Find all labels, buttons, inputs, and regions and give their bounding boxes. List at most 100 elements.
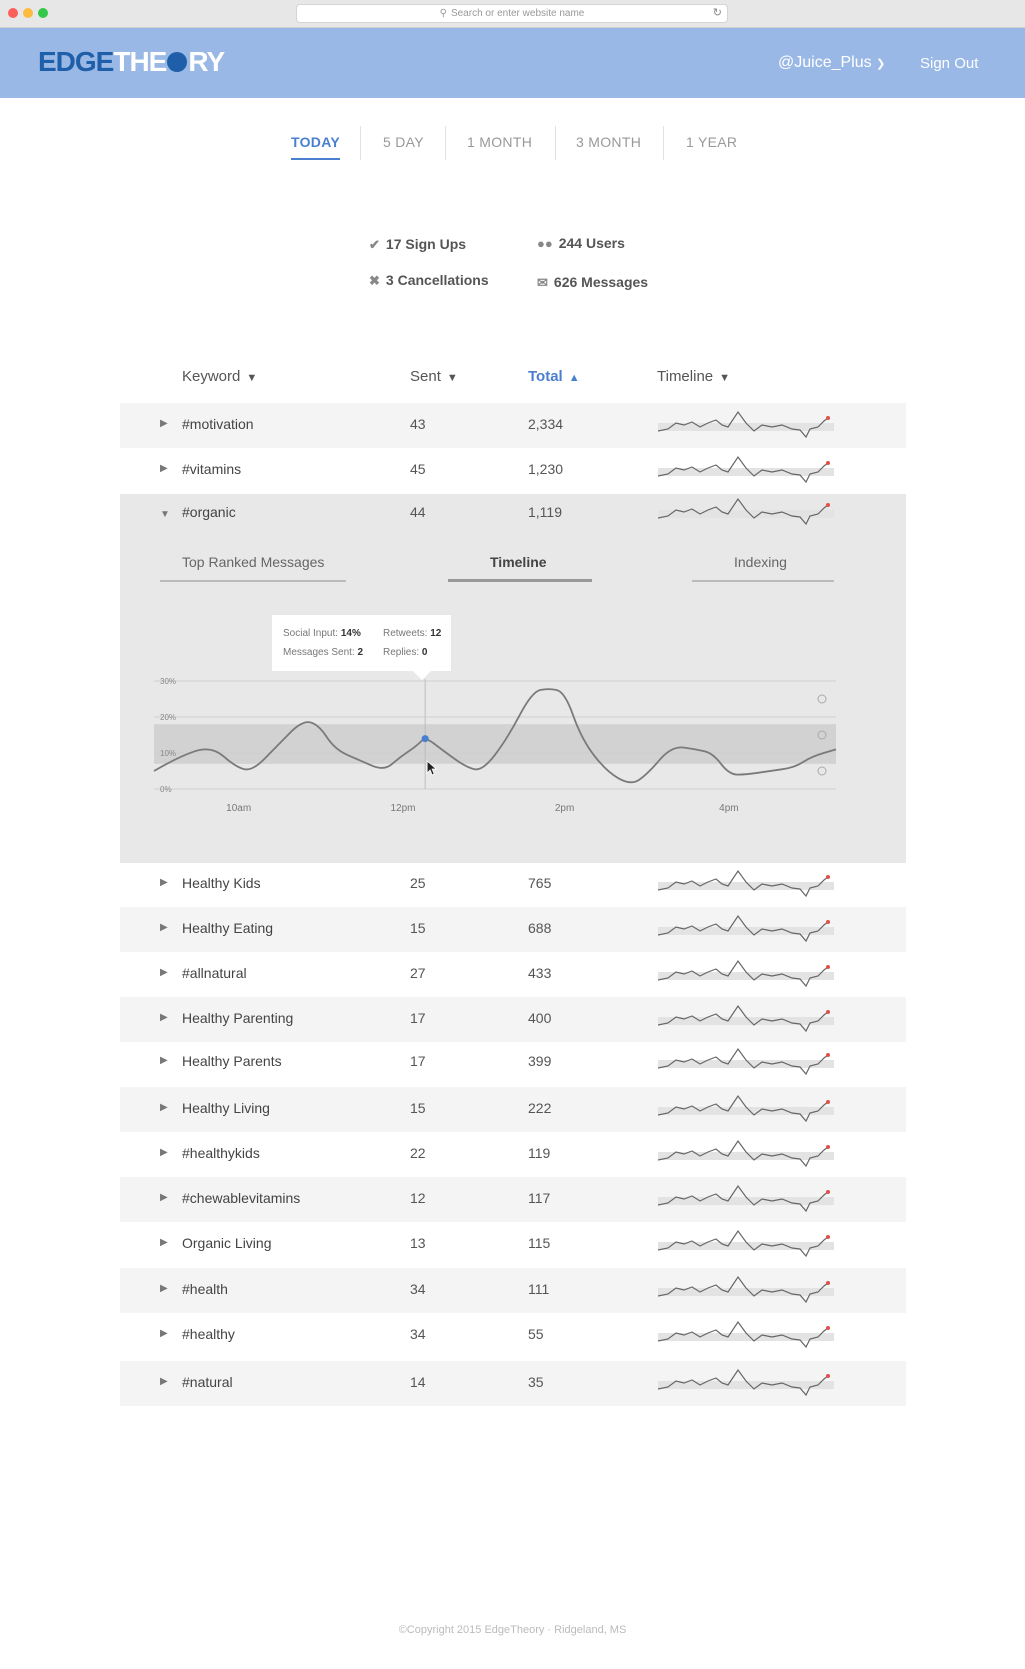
sparkline-end-dot — [826, 1235, 830, 1239]
table-row[interactable]: ▶ #health 34 111 — [120, 1268, 906, 1313]
tooltip-social-input: Social Input: 14% — [283, 628, 361, 639]
column-timeline[interactable]: Timeline ▼ — [657, 368, 730, 385]
browser-chrome: ⚲ Search or enter website name ↻ — [0, 0, 1025, 28]
expand-triangle-icon[interactable]: ▶ — [160, 1192, 168, 1203]
sparkline-band — [658, 468, 834, 476]
row-keyword: #health — [182, 1281, 228, 1297]
column-sent[interactable]: Sent ▼ — [410, 368, 458, 385]
info-icon — [817, 694, 827, 704]
table-row[interactable]: ▶ #motivation 43 2,334 — [120, 403, 906, 448]
app-header: EDGETHE RY @Juice_Plus ❯ Sign Out — [0, 28, 1025, 98]
sparkline-end-dot — [826, 416, 830, 420]
table-row[interactable]: ▶ #chewablevitamins 12 117 — [120, 1177, 906, 1222]
chevron-down-icon: ▼ — [246, 372, 258, 384]
tab-divider — [555, 126, 556, 160]
table-row[interactable]: ▶ #healthy 34 55 — [120, 1313, 906, 1358]
stat-signups: ✔ 17 Sign Ups — [369, 236, 467, 252]
row-timeline-sparkline — [658, 1184, 834, 1213]
chevron-down-icon: ▼ — [446, 372, 458, 384]
column-keyword[interactable]: Keyword ▼ — [182, 368, 257, 385]
row-timeline-sparkline — [658, 410, 834, 439]
sparkline-band — [658, 1381, 834, 1389]
sparkline-band — [658, 1060, 834, 1068]
expand-triangle-icon[interactable]: ▶ — [160, 463, 168, 474]
sparkline-end-dot — [826, 1374, 830, 1378]
sparkline-band — [658, 972, 834, 980]
account-menu[interactable]: @Juice_Plus ❯ — [778, 54, 885, 72]
row-timeline-sparkline — [658, 914, 834, 943]
row-sent: 17 — [410, 1053, 426, 1069]
table-row[interactable]: ▶ #allnatural 27 433 — [120, 952, 906, 997]
chevron-up-icon: ▲ — [568, 372, 580, 384]
tab-1-year[interactable]: 1 YEAR — [686, 134, 737, 150]
sparkline-band — [658, 1197, 834, 1205]
expand-triangle-icon[interactable]: ▶ — [160, 1055, 168, 1066]
table-row[interactable]: ▶ #natural 14 35 — [120, 1361, 906, 1406]
expand-triangle-icon[interactable]: ▶ — [160, 418, 168, 429]
tab-divider — [445, 126, 446, 160]
address-bar[interactable]: ⚲ Search or enter website name ↻ — [296, 4, 728, 23]
expand-triangle-icon[interactable]: ▶ — [160, 1102, 168, 1113]
row-total: 1,230 — [528, 461, 564, 477]
minimize-window-icon[interactable] — [23, 8, 33, 18]
row-total: 1,119 — [528, 504, 562, 520]
row-sent: 45 — [410, 461, 426, 477]
subtab-indexing[interactable]: Indexing — [734, 554, 787, 570]
row-sent: 34 — [410, 1281, 426, 1297]
sparkline-band — [658, 1152, 834, 1160]
account-name: @Juice_Plus — [778, 54, 872, 71]
table-row[interactable]: ▶ Organic Living 13 115 — [120, 1222, 906, 1267]
logo[interactable]: EDGETHE RY — [38, 46, 225, 78]
sparkline-end-dot — [826, 1145, 830, 1149]
chart-y-tick-label: 20% — [160, 713, 176, 722]
sign-out-link[interactable]: Sign Out — [920, 55, 978, 72]
tab-3-month[interactable]: 3 MONTH — [576, 134, 641, 150]
subtab-timeline[interactable]: Timeline — [490, 554, 547, 570]
tab-divider — [360, 126, 361, 160]
chart-x-tick-label: 12pm — [391, 803, 416, 814]
tooltip-retweets: Retweets: 12 — [383, 628, 442, 639]
sparkline-band — [658, 1242, 834, 1250]
expand-triangle-icon[interactable]: ▶ — [160, 922, 168, 933]
expand-triangle-icon[interactable]: ▶ — [160, 1376, 168, 1387]
tab-5-day[interactable]: 5 DAY — [383, 134, 424, 150]
close-window-icon[interactable] — [8, 8, 18, 18]
collapse-triangle-icon[interactable]: ▼ — [160, 509, 170, 520]
sparkline-band — [658, 1017, 834, 1025]
tab-today[interactable]: TODAY — [291, 134, 340, 160]
expand-triangle-icon[interactable]: ▶ — [160, 1147, 168, 1158]
stat-messages: ✉ 626 Messages — [537, 274, 649, 290]
chevron-down-icon: ▼ — [719, 372, 731, 384]
table-row[interactable]: ▼ #organic 44 1,119 — [120, 494, 906, 536]
row-sent: 27 — [410, 965, 426, 981]
stat-cancellations: ✖ 3 Cancellations — [369, 272, 489, 288]
zoom-window-icon[interactable] — [38, 8, 48, 18]
chart-y-tick-label: 10% — [160, 749, 176, 758]
sparkline-band — [658, 510, 834, 518]
expand-triangle-icon[interactable]: ▶ — [160, 1012, 168, 1023]
table-row[interactable]: ▶ Healthy Parents 17 399 — [120, 1040, 906, 1085]
table-row[interactable]: ▶ Healthy Eating 15 688 — [120, 907, 906, 952]
subtab-top-ranked-messages[interactable]: Top Ranked Messages — [182, 554, 324, 570]
table-row[interactable]: ▶ Healthy Living 15 222 — [120, 1087, 906, 1132]
expand-triangle-icon[interactable]: ▶ — [160, 967, 168, 978]
expand-triangle-icon[interactable]: ▶ — [160, 1328, 168, 1339]
reload-icon[interactable]: ↻ — [713, 5, 722, 22]
table-row[interactable]: ▶ #vitamins 45 1,230 — [120, 448, 906, 493]
users-icon: ●● — [537, 236, 553, 251]
tab-1-month[interactable]: 1 MONTH — [467, 134, 532, 150]
row-timeline-sparkline — [658, 1229, 834, 1258]
row-sent: 44 — [410, 504, 426, 520]
expand-triangle-icon[interactable]: ▶ — [160, 1283, 168, 1294]
sparkline-end-dot — [826, 1053, 830, 1057]
table-row[interactable]: ▶ Healthy Parenting 17 400 — [120, 997, 906, 1042]
tooltip-messages-sent: Messages Sent: 2 — [283, 647, 364, 658]
envelope-icon: ✉ — [537, 275, 548, 290]
column-total[interactable]: Total ▲ — [528, 368, 580, 385]
timeline-chart[interactable]: 0% 10% 20% 30% 10am 12pm 2pm 4pm — [120, 669, 906, 889]
row-timeline-sparkline — [658, 1368, 834, 1397]
row-timeline-sparkline — [658, 497, 834, 526]
table-row[interactable]: ▶ #healthykids 22 119 — [120, 1132, 906, 1177]
row-total: 117 — [528, 1190, 551, 1206]
expand-triangle-icon[interactable]: ▶ — [160, 1237, 168, 1248]
